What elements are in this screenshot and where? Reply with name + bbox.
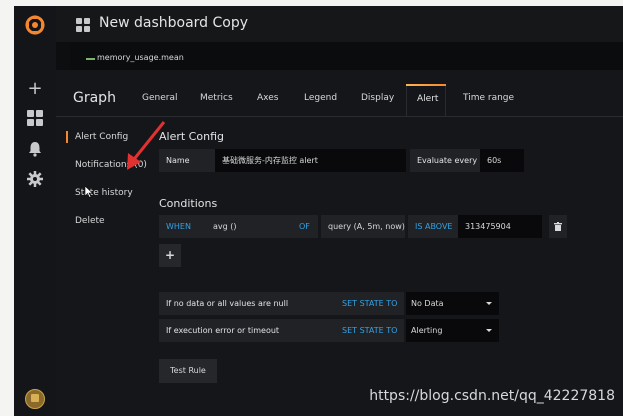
subnav-active-indicator [66, 131, 68, 143]
tab-display[interactable]: Display [361, 93, 394, 103]
dashboard-title[interactable]: New dashboard Copy [99, 15, 248, 31]
conditions-heading: Conditions [159, 197, 218, 210]
trash-icon [554, 222, 562, 231]
no-data-state-value: No Data [411, 299, 444, 308]
editor-tabs: Graph General Metrics Axes Legend Displa… [56, 84, 623, 117]
no-data-label: If no data or all values are null [159, 292, 335, 315]
reducer-select[interactable]: avg () [206, 215, 292, 238]
alert-name-input[interactable]: 基础微服务-内存监控 alert [215, 149, 406, 172]
alert-config-heading: Alert Config [159, 130, 224, 143]
top-navbar: New dashboard Copy [56, 6, 623, 42]
of-keyword: OF [292, 215, 318, 238]
dashboards-icon[interactable] [14, 110, 56, 130]
legend-series-color [86, 58, 95, 60]
exec-error-label: If execution error or timeout [159, 319, 335, 342]
no-data-state-select[interactable]: No Data [406, 292, 499, 315]
exec-error-state-value: Alerting [411, 326, 443, 335]
test-rule-button[interactable]: Test Rule [159, 359, 217, 383]
no-data-set-state: SET STATE TO [335, 292, 404, 315]
evaluate-every-input[interactable]: 60s [480, 149, 524, 172]
query-select[interactable]: query (A, 5m, now) [321, 215, 405, 238]
tab-axes[interactable]: Axes [257, 93, 278, 103]
evaluator-select[interactable]: IS ABOVE [408, 215, 458, 238]
dashboard-grid-icon [76, 18, 90, 32]
side-menu: + [14, 6, 56, 416]
watermark: https://blog.csdn.net/qq_42227818 [369, 388, 615, 404]
when-keyword: WHEN [159, 215, 206, 238]
tab-time-range[interactable]: Time range [463, 93, 514, 103]
exec-error-set-state: SET STATE TO [335, 319, 404, 342]
subnav-delete[interactable]: Delete [75, 216, 105, 226]
subnav-notifications[interactable]: Notifications (0) [75, 160, 147, 170]
gear-icon[interactable] [14, 171, 56, 191]
plus-icon[interactable]: + [14, 80, 56, 98]
threshold-input[interactable]: 313475904 [458, 215, 542, 238]
grafana-logo-icon[interactable] [25, 15, 45, 35]
panel-editor: Graph General Metrics Axes Legend Displa… [56, 70, 623, 416]
panel-type-title[interactable]: Graph [73, 90, 116, 106]
chevron-down-icon [486, 329, 492, 332]
tab-metrics[interactable]: Metrics [200, 93, 233, 103]
legend-series-name[interactable]: memory_usage.mean [97, 53, 184, 62]
delete-condition-button[interactable] [549, 215, 567, 238]
bell-icon[interactable] [14, 141, 56, 161]
evaluate-every-label: Evaluate every [410, 149, 480, 172]
tab-alert[interactable]: Alert [406, 84, 446, 116]
screen-frame-left [0, 0, 14, 416]
mouse-cursor-icon [85, 186, 94, 198]
name-label: Name [159, 149, 215, 172]
subnav-state-history[interactable]: State history [75, 188, 133, 198]
add-condition-button[interactable]: + [159, 244, 181, 267]
tab-alert-label: Alert [417, 94, 439, 104]
tab-general[interactable]: General [142, 93, 177, 103]
user-avatar[interactable] [25, 389, 45, 409]
chevron-down-icon [486, 302, 492, 305]
tab-legend[interactable]: Legend [304, 93, 337, 103]
exec-error-state-select[interactable]: Alerting [406, 319, 499, 342]
subnav-alert-config[interactable]: Alert Config [75, 132, 128, 142]
